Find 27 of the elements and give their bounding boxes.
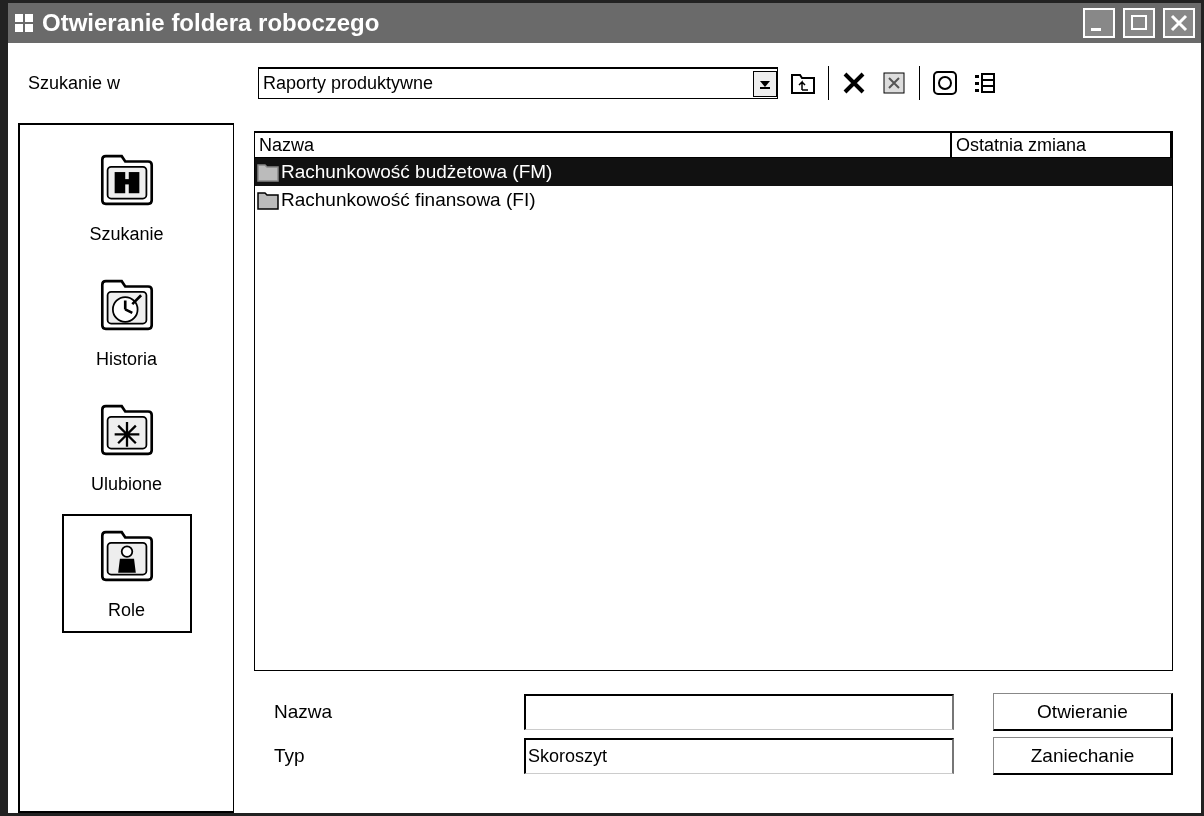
- app-icon: [14, 13, 34, 33]
- folder-dropdown[interactable]: Raporty produktywne: [258, 67, 778, 99]
- look-in-label: Szukanie w: [28, 72, 122, 94]
- close-button[interactable]: [1163, 8, 1195, 38]
- file-row[interactable]: Rachunkowość budżetowa (FM): [255, 158, 1172, 186]
- folder-icon: [257, 162, 279, 182]
- caret-icon: [759, 78, 771, 89]
- place-item[interactable]: Historia: [61, 264, 192, 381]
- place-item[interactable]: Role: [61, 514, 192, 633]
- maximize-icon: [1130, 14, 1148, 32]
- dialog-button[interactable]: Zaniechanie: [993, 737, 1173, 775]
- field-label: Nazwa: [274, 701, 334, 723]
- minimize-icon: [1091, 27, 1101, 31]
- folder-icon: [257, 190, 279, 210]
- input-field[interactable]: Skoroszyt: [524, 738, 954, 774]
- dialog-button[interactable]: Otwieranie: [993, 693, 1173, 731]
- place-item[interactable]: Szukanie: [61, 139, 192, 256]
- window-title: Otwieranie foldera roboczego: [42, 9, 381, 37]
- field-label: Typ: [274, 745, 306, 767]
- maximize-button[interactable]: [1123, 8, 1155, 38]
- file-row[interactable]: Rachunkowość finansowa (FI): [255, 186, 1172, 214]
- dropdown-button[interactable]: [753, 70, 777, 97]
- close-icon: [1170, 14, 1188, 32]
- minimize-button[interactable]: [1083, 8, 1115, 38]
- place-item[interactable]: Ulubione: [61, 389, 192, 506]
- input-field[interactable]: [524, 694, 954, 730]
- refresh-icon[interactable]: [930, 68, 960, 98]
